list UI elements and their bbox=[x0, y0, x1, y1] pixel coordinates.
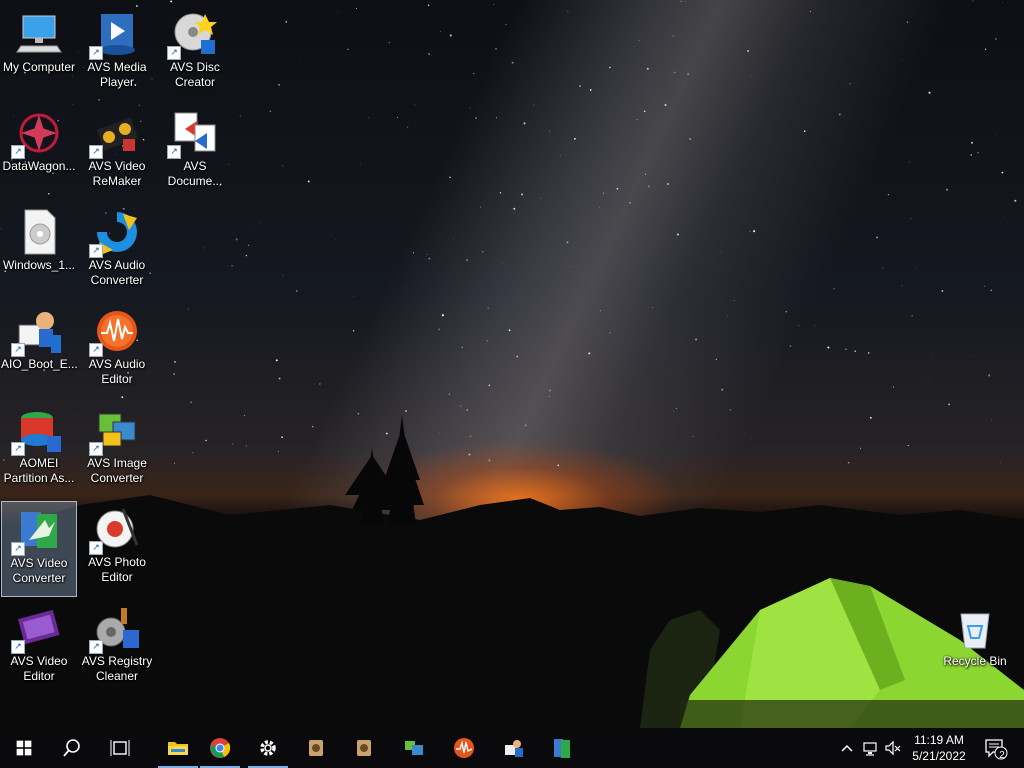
video-editor-icon: ↗ bbox=[11, 604, 63, 654]
media-player-icon: ↗ bbox=[89, 10, 141, 60]
shortcut-arrow-icon: ↗ bbox=[89, 145, 103, 159]
registry-cleaner-icon: ↗ bbox=[89, 604, 141, 654]
desktop-icon-audio-converter[interactable]: ↗ AVS Audio Converter bbox=[79, 204, 155, 300]
recycle-bin-icon bbox=[951, 604, 999, 652]
volume-muted-icon[interactable] bbox=[884, 738, 902, 758]
shortcut-arrow-icon: ↗ bbox=[11, 145, 25, 159]
shortcut-arrow-icon: ↗ bbox=[89, 442, 103, 456]
clock-time: 11:19 AM bbox=[914, 733, 964, 747]
task-view-icon bbox=[109, 737, 131, 759]
shortcut-arrow-icon: ↗ bbox=[11, 542, 25, 556]
desktop-icon-registry-cleaner[interactable]: ↗ AVS Registry Cleaner bbox=[79, 600, 155, 696]
desktop-icon-label: My Computer bbox=[2, 60, 76, 74]
image-converter-icon bbox=[403, 737, 425, 759]
desktop-icon-document-converter[interactable]: ↗ AVS Docume... bbox=[157, 105, 233, 201]
desktop-icon-label: Windows_1... bbox=[2, 258, 76, 272]
chrome-icon bbox=[209, 737, 231, 759]
settings-button[interactable] bbox=[244, 728, 292, 768]
clock[interactable]: 11:19 AM 5/21/2022 bbox=[906, 732, 972, 764]
desktop-icon-disc-creator[interactable]: ↗ AVS Disc Creator bbox=[157, 6, 233, 102]
shortcut-arrow-icon: ↗ bbox=[11, 640, 25, 654]
desktop-icon-label: AVS Audio Converter bbox=[88, 258, 146, 287]
pinned-app-2-button[interactable] bbox=[340, 728, 388, 768]
notification-count-badge: 2 bbox=[999, 750, 1005, 761]
pinned-aio-boot-button[interactable] bbox=[490, 728, 538, 768]
aio-boot-icon: ↗ bbox=[11, 307, 63, 357]
pinned-video-converter-button[interactable] bbox=[538, 728, 586, 768]
desktop-icon-image-converter[interactable]: ↗ AVS Image Converter bbox=[79, 402, 155, 498]
desktop-icon-label: DataWagon... bbox=[2, 159, 76, 173]
shortcut-arrow-icon: ↗ bbox=[89, 244, 103, 258]
pinned-image-converter-button[interactable] bbox=[390, 728, 438, 768]
disc-creator-icon: ↗ bbox=[167, 10, 219, 60]
desktop-icon-label: AVS Photo Editor bbox=[88, 555, 146, 584]
desktop-icon-photo-editor[interactable]: ↗ AVS Photo Editor bbox=[79, 501, 155, 597]
show-hidden-icons-chevron[interactable] bbox=[838, 738, 856, 758]
folder-icon bbox=[167, 737, 189, 759]
desktop-icon-label: AVS Disc Creator bbox=[170, 60, 220, 89]
pinned-audio-editor-button[interactable] bbox=[440, 728, 488, 768]
desktop-icon-audio-editor[interactable]: ↗ AVS Audio Editor bbox=[79, 303, 155, 399]
action-center-button[interactable]: 2 bbox=[984, 738, 1008, 761]
video-converter-icon bbox=[551, 737, 573, 759]
computer-icon bbox=[15, 10, 63, 58]
desktop-icon-video-remaker[interactable]: ↗ AVS Video ReMaker bbox=[79, 105, 155, 201]
network-icon[interactable] bbox=[862, 738, 880, 758]
desktop-icon-recycle-bin[interactable]: Recycle Bin bbox=[937, 600, 1013, 696]
desktop-icon-label: AVS Media Player bbox=[87, 60, 147, 89]
datawagon-icon: ↗ bbox=[11, 109, 63, 159]
desktop-icon-label: AOMEI Partition As... bbox=[3, 456, 75, 485]
desktop-icon-label: AVS Video Converter bbox=[10, 556, 68, 585]
document-converter-icon: ↗ bbox=[167, 109, 219, 159]
disc-image-file-icon bbox=[15, 208, 63, 256]
desktop-icon-label: Recycle Bin bbox=[943, 654, 1007, 668]
desktop-icon-label: AVS Audio Editor bbox=[88, 357, 146, 386]
desktop-icon-label: AVS Docume... bbox=[167, 159, 223, 188]
desktop-background[interactable]: My Computer ↗ AVS Media Player ↗ AVS Disc Cr… bbox=[0, 0, 1024, 728]
audio-editor-icon bbox=[453, 737, 475, 759]
desktop-icon-label: AVS Video ReMaker bbox=[88, 159, 146, 188]
desktop-icon-datawagon[interactable]: ↗ DataWagon... bbox=[1, 105, 77, 201]
shortcut-arrow-icon: ↗ bbox=[11, 343, 25, 357]
shortcut-arrow-icon: ↗ bbox=[89, 541, 103, 555]
shortcut-arrow-icon: ↗ bbox=[11, 442, 25, 456]
file-explorer-button[interactable] bbox=[154, 728, 202, 768]
desktop-icon-aomei-partition[interactable]: ↗ AOMEI Partition As... bbox=[1, 402, 77, 498]
image-converter-icon: ↗ bbox=[89, 406, 141, 456]
search-icon bbox=[61, 737, 83, 759]
audio-editor-icon: ↗ bbox=[89, 307, 141, 357]
shortcut-arrow-icon: ↗ bbox=[89, 343, 103, 357]
app-icon bbox=[353, 737, 375, 759]
gear-icon bbox=[257, 737, 279, 759]
desktop-icon-video-editor[interactable]: ↗ AVS Video Editor bbox=[1, 600, 77, 696]
desktop-icon-media-player[interactable]: ↗ AVS Media Player bbox=[79, 6, 155, 102]
desktop-icon-computer[interactable]: My Computer bbox=[1, 6, 77, 102]
clock-date: 5/21/2022 bbox=[912, 749, 966, 763]
shortcut-arrow-icon: ↗ bbox=[89, 640, 103, 654]
windows-logo-icon bbox=[15, 739, 33, 757]
audio-converter-icon: ↗ bbox=[89, 208, 141, 258]
aio-boot-icon bbox=[503, 737, 525, 759]
shortcut-arrow-icon: ↗ bbox=[167, 145, 181, 159]
desktop-icon-aio-boot[interactable]: ↗ AIO_Boot_E... bbox=[1, 303, 78, 399]
task-view-button[interactable] bbox=[96, 728, 144, 768]
shortcut-arrow-icon: ↗ bbox=[167, 46, 181, 60]
shortcut-arrow-icon: ↗ bbox=[89, 46, 103, 60]
desktop-icon-label: AVS Registry Cleaner bbox=[81, 654, 153, 683]
aomei-partition-icon: ↗ bbox=[11, 406, 63, 456]
taskbar: 11:19 AM 5/21/2022 2 bbox=[0, 728, 1024, 768]
chrome-button[interactable] bbox=[196, 728, 244, 768]
pinned-app-1-button[interactable] bbox=[292, 728, 340, 768]
desktop-icon-label: AIO_Boot_E... bbox=[1, 357, 78, 371]
photo-editor-icon: ↗ bbox=[89, 505, 141, 555]
video-converter-icon: ↗ bbox=[11, 506, 63, 556]
desktop-icon-disc-image-file[interactable]: Windows_1... bbox=[1, 204, 77, 300]
desktop-icon-label: AVS Video Editor bbox=[10, 654, 68, 683]
app-icon bbox=[305, 737, 327, 759]
search-button[interactable] bbox=[48, 728, 96, 768]
desktop-icon-video-converter[interactable]: ↗ AVS Video Converter bbox=[1, 501, 77, 597]
desktop-icon-label: AVS Image Converter bbox=[87, 456, 147, 485]
start-button[interactable] bbox=[0, 728, 48, 768]
video-remaker-icon: ↗ bbox=[89, 109, 141, 159]
